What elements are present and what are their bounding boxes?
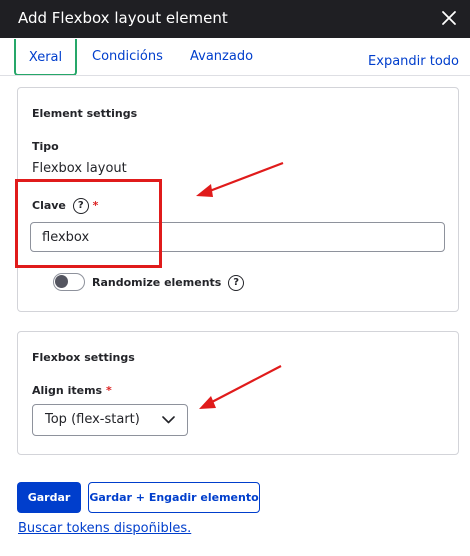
align-label-row: Align items *	[32, 384, 112, 397]
key-label-row: Clave ? *	[32, 198, 98, 214]
toggle-knob	[55, 275, 68, 288]
align-items-select[interactable]: Top (flex-start)	[32, 404, 188, 436]
close-icon[interactable]	[439, 8, 459, 28]
key-help-icon[interactable]: ?	[72, 198, 89, 214]
key-input[interactable]: flexbox	[30, 222, 445, 252]
align-items-value: Top (flex-start)	[45, 412, 140, 427]
element-settings-title: Element settings	[32, 107, 138, 120]
browse-tokens-link[interactable]: Buscar tokens dispoñibles.	[18, 521, 191, 536]
align-label: Align items	[32, 384, 103, 397]
dialog-titlebar: Add Flexbox layout element	[0, 0, 470, 38]
expand-all-link[interactable]: Expandir todo	[368, 54, 459, 69]
key-required-marker: *	[92, 199, 99, 212]
type-value: Flexbox layout	[32, 161, 127, 176]
randomize-label: Randomize elements	[92, 276, 222, 289]
randomize-help-icon[interactable]: ?	[228, 275, 245, 291]
chevron-down-icon	[162, 416, 175, 424]
type-label: Tipo	[32, 140, 59, 153]
tab-avanzado[interactable]: Avanzado	[190, 49, 253, 64]
tab-xeral[interactable]: Xeral	[14, 39, 77, 76]
randomize-toggle[interactable]	[53, 273, 85, 291]
align-required-marker: *	[105, 384, 112, 397]
tab-condicions[interactable]: Condicións	[92, 49, 163, 64]
key-label: Clave	[32, 199, 66, 212]
save-button[interactable]: Gardar	[17, 482, 81, 513]
randomize-label-row: Randomize elements ?	[92, 275, 245, 291]
dialog-title: Add Flexbox layout element	[18, 9, 228, 27]
tab-divider	[0, 75, 470, 76]
save-and-add-button[interactable]: Gardar + Engadir elemento	[88, 482, 260, 513]
tab-bar: Xeral Condicións Avanzado Expandir todo	[0, 38, 470, 76]
flexbox-settings-title: Flexbox settings	[32, 351, 135, 364]
